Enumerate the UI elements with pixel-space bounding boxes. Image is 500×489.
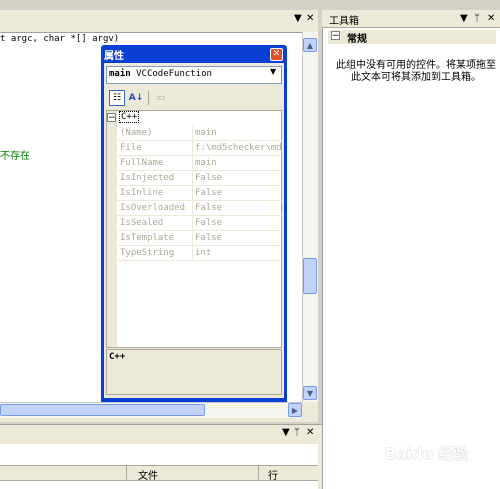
property-column-separator bbox=[192, 171, 193, 186]
property-value[interactable]: False bbox=[195, 188, 281, 198]
bottom-close-icon[interactable]: ✕ bbox=[306, 428, 314, 438]
property-name: (Name) bbox=[120, 128, 153, 138]
property-value[interactable]: False bbox=[195, 203, 281, 213]
toolbox-group-label: 常规 bbox=[347, 34, 367, 45]
property-name: FullName bbox=[120, 158, 164, 168]
property-column-separator bbox=[192, 231, 193, 246]
property-column-separator bbox=[192, 126, 193, 141]
property-name: IsInline bbox=[120, 188, 164, 198]
property-column-separator bbox=[192, 201, 193, 216]
property-value[interactable]: False bbox=[195, 218, 281, 228]
object-selector-text: main VCCodeFunction bbox=[109, 69, 212, 79]
object-name: main bbox=[109, 69, 131, 79]
property-name: IsTemplate bbox=[120, 233, 175, 243]
code-green-text: 不存在 bbox=[0, 151, 30, 162]
property-value[interactable]: False bbox=[195, 173, 281, 183]
property-column-separator bbox=[192, 216, 193, 231]
editor-titlebar bbox=[0, 10, 318, 30]
property-name: File bbox=[120, 143, 142, 153]
collapse-icon[interactable]: − bbox=[331, 31, 340, 41]
toolbox-dropdown-icon[interactable]: ▼ bbox=[460, 14, 468, 24]
object-type: VCCodeFunction bbox=[136, 69, 212, 79]
column-separator[interactable] bbox=[258, 465, 259, 481]
toolbox-pin-icon[interactable]: ᛘ bbox=[474, 14, 480, 24]
property-name: IsOverloaded bbox=[120, 203, 186, 213]
property-value[interactable]: False bbox=[195, 233, 281, 243]
property-name: IsInjected bbox=[120, 173, 175, 183]
horizontal-scroll-thumb[interactable] bbox=[0, 404, 205, 416]
bottom-pin-icon[interactable]: ᛘ bbox=[294, 428, 300, 438]
property-name: IsSealed bbox=[120, 218, 164, 228]
properties-title: 属性 bbox=[104, 51, 124, 62]
property-grid-gutter bbox=[107, 111, 117, 347]
toolbox-close-icon[interactable]: ✕ bbox=[487, 14, 495, 24]
column-separator[interactable] bbox=[126, 465, 127, 481]
property-column-separator bbox=[192, 156, 193, 171]
scroll-down-button[interactable]: ▼ bbox=[303, 386, 317, 400]
bottom-dropdown-icon[interactable]: ▼ bbox=[282, 428, 290, 438]
column-header-line[interactable]: 行 bbox=[268, 467, 278, 482]
watermark: Baidu 经验 bbox=[385, 445, 469, 463]
editor-vertical-scrollbar[interactable] bbox=[302, 32, 318, 402]
property-name: TypeString bbox=[120, 248, 175, 258]
editor-dropdown-icon[interactable]: ▼ bbox=[294, 14, 302, 24]
toolbar-divider bbox=[148, 91, 149, 105]
description-title: C++ bbox=[109, 352, 126, 362]
chevron-down-icon[interactable]: ▼ bbox=[270, 67, 276, 76]
description-pane bbox=[106, 349, 282, 395]
column-header-file[interactable]: 文件 bbox=[138, 467, 158, 482]
property-value[interactable]: main bbox=[195, 128, 281, 138]
categorized-icon[interactable]: ☷ bbox=[109, 90, 125, 106]
property-value[interactable]: f:\md5checker\md5 bbox=[195, 143, 281, 153]
property-pages-icon[interactable]: ▭ bbox=[153, 90, 169, 106]
property-column-separator bbox=[192, 246, 193, 261]
property-column-separator bbox=[192, 186, 193, 201]
property-value[interactable]: int bbox=[195, 248, 281, 258]
category-label[interactable]: C++ bbox=[119, 111, 140, 123]
alphabetical-icon[interactable]: A↓ bbox=[128, 90, 144, 106]
collapse-icon[interactable]: − bbox=[107, 113, 116, 123]
toolbox-title: 工具箱 bbox=[329, 16, 359, 27]
properties-close-icon[interactable]: ✕ bbox=[270, 48, 283, 61]
code-line: t argc, char *[] argv) bbox=[0, 34, 120, 44]
scroll-up-button[interactable]: ▲ bbox=[303, 38, 317, 52]
toolbox-empty-message: 此组中没有可用的控件。将某项拖至此文本可将其添加到工具箱。 bbox=[336, 60, 496, 83]
editor-close-icon[interactable]: ✕ bbox=[306, 14, 314, 24]
scroll-right-button[interactable]: ▶ bbox=[288, 403, 302, 417]
vertical-scroll-thumb[interactable] bbox=[303, 258, 317, 294]
property-value[interactable]: main bbox=[195, 158, 281, 168]
property-column-separator bbox=[192, 141, 193, 156]
